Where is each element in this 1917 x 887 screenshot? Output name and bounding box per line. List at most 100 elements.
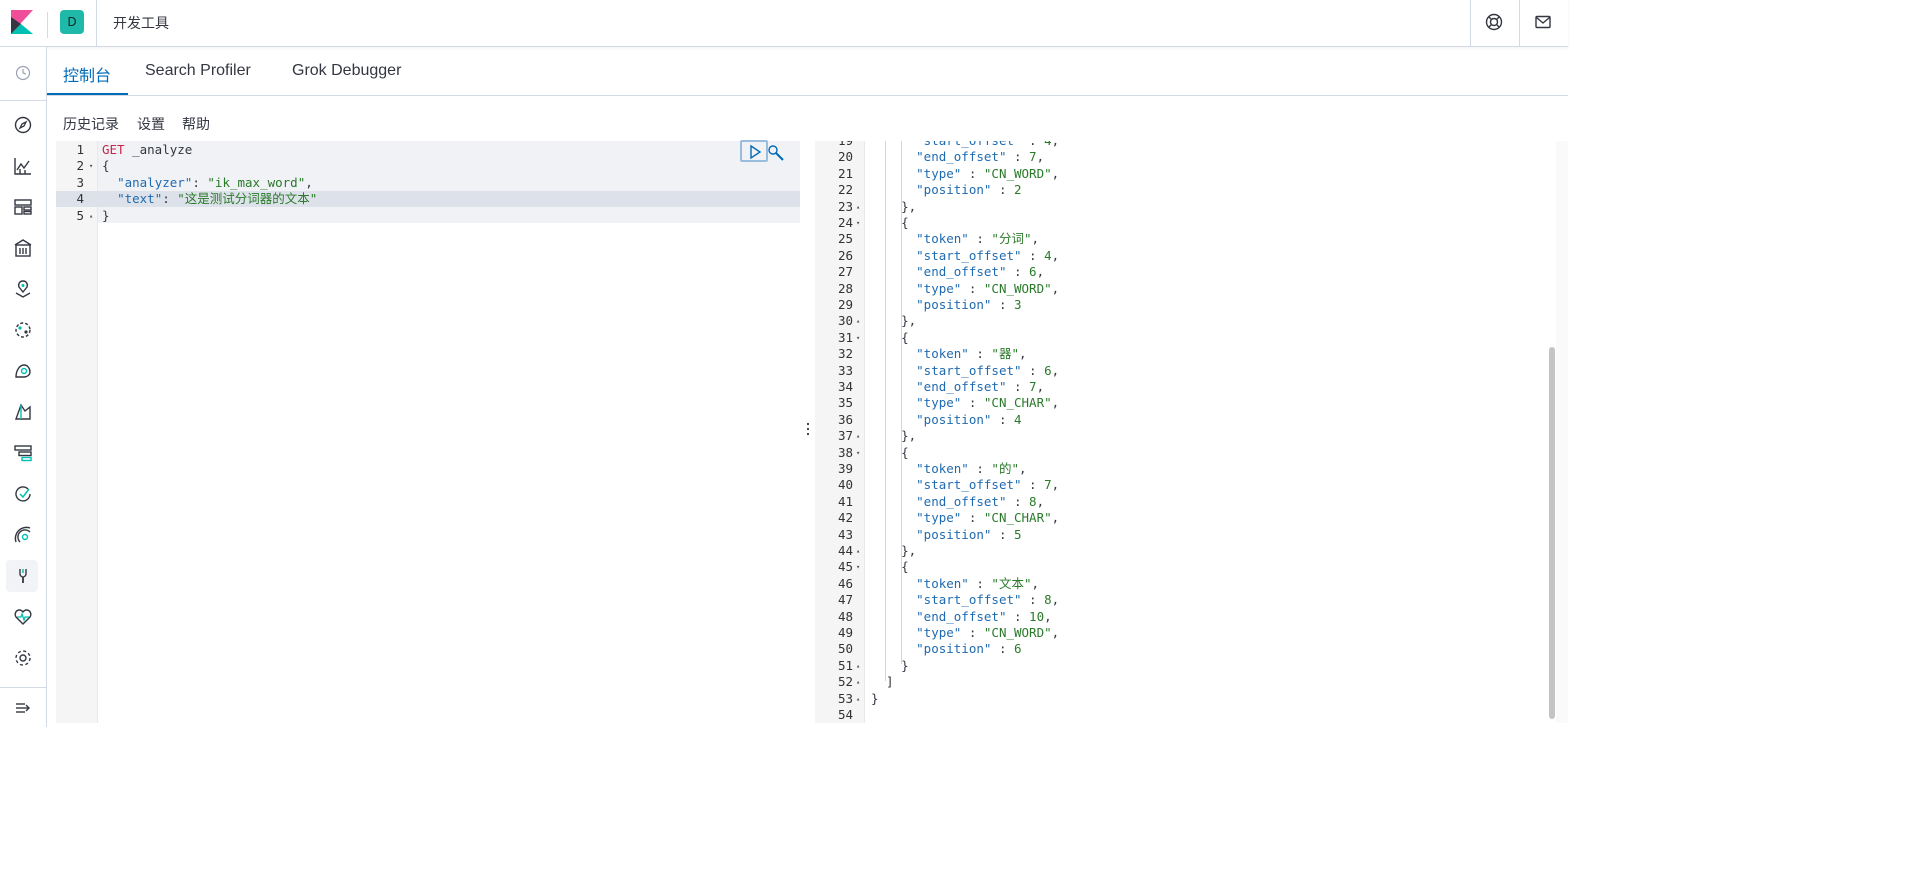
management-icon[interactable] (12, 647, 34, 669)
help-icon[interactable] (1485, 13, 1503, 31)
json-comma: , (1031, 231, 1040, 247)
json-comma: , (1031, 575, 1040, 591)
fold-toggle-icon[interactable]: ▾ (856, 559, 860, 575)
fold-toggle-icon[interactable]: ▾ (89, 158, 93, 174)
json-colon: : (1006, 149, 1030, 165)
dashboard-icon[interactable] (12, 196, 34, 218)
recent-icon[interactable] (12, 62, 34, 84)
newsfeed-icon[interactable] (1534, 13, 1552, 31)
editor-line[interactable]: 2 ▾ { (56, 158, 800, 174)
fold-toggle-icon[interactable]: ▴ (856, 691, 860, 707)
fold-toggle-icon[interactable]: ▾ (856, 445, 860, 461)
apm-icon[interactable] (12, 442, 34, 464)
output-line: 40 "start_offset" : 7, (815, 477, 1556, 493)
output-scrollbar-track[interactable] (1556, 141, 1568, 723)
panel-resizer[interactable] (801, 141, 815, 723)
output-line: 23 ▴ }, (815, 199, 1556, 215)
uptime-icon[interactable] (12, 483, 34, 505)
history-link[interactable]: 历史记录 (63, 114, 119, 134)
code-text: "end_offset" : 7, (871, 149, 1044, 165)
fold-toggle-icon[interactable]: ▴ (856, 199, 860, 215)
request-editor[interactable]: 1 GET _analyze 2 ▾ {3 "analyzer": "ik_max_wo… (56, 141, 800, 723)
output-line: 51 ▴ } (815, 658, 1556, 674)
header-divider (1470, 0, 1471, 47)
json-key: "type" (916, 395, 962, 411)
json-colon: : (968, 575, 992, 591)
code-text: }, (871, 543, 916, 559)
output-line: 22 "position" : 2 (815, 182, 1556, 198)
json-comma: , (1051, 247, 1060, 263)
json-colon: : (961, 395, 984, 411)
code-text: "end_offset" : 10, (871, 608, 1051, 625)
siem-icon[interactable] (12, 524, 34, 546)
drag-handle-icon (806, 422, 810, 436)
fold-toggle-icon[interactable]: ▴ (89, 208, 93, 224)
output-line: 30 ▴ }, (815, 313, 1556, 329)
tab-grok-debugger[interactable]: Grok Debugger (292, 62, 401, 80)
json-colon: : (968, 461, 992, 476)
tab-console[interactable]: 控制台 (63, 62, 111, 86)
json-comma: , (1018, 461, 1027, 476)
json-colon: : (1021, 477, 1045, 493)
fold-toggle-icon[interactable]: ▴ (856, 658, 860, 674)
response-output[interactable]: 19 "start_offset" : 4,20 "end_offset" : … (815, 141, 1556, 723)
endpoint-path: _analyze (124, 142, 193, 157)
line-number: 49 (837, 625, 853, 640)
editor-line[interactable]: 3 "analyzer": "ik_max_word", (56, 175, 800, 191)
maps-icon[interactable] (12, 278, 34, 300)
editor-line[interactable]: 5 ▴} (56, 208, 800, 224)
settings-link[interactable]: 设置 (137, 114, 165, 134)
json-value: "CN_CHAR" (983, 510, 1052, 526)
logs-icon[interactable] (12, 401, 34, 423)
kibana-logo[interactable] (11, 10, 33, 34)
code-text: "token" : "分词", (871, 231, 1039, 247)
canvas-icon[interactable] (12, 237, 34, 259)
tab-search-profiler[interactable]: Search Profiler (145, 62, 251, 80)
line-number: 2 (76, 158, 84, 174)
json-colon: : (1006, 379, 1030, 394)
fold-toggle-icon[interactable]: ▴ (856, 313, 860, 329)
fold-toggle-icon[interactable]: ▾ (856, 215, 860, 231)
fold-toggle-icon[interactable]: ▾ (856, 330, 860, 346)
collapse-icon[interactable] (12, 697, 34, 719)
json-value: "文本" (991, 575, 1032, 591)
json-comma: , (1051, 280, 1060, 296)
output-line: 29 "position" : 3 (815, 297, 1556, 313)
infrastructure-icon[interactable] (12, 360, 34, 382)
wrench-icon[interactable] (767, 144, 785, 162)
line-number: 43 (837, 526, 853, 542)
visualize-icon[interactable] (12, 155, 34, 177)
code-text: "position" : 6 (871, 641, 1021, 657)
fold-toggle-icon[interactable]: ▴ (856, 543, 860, 559)
code-text: "start_offset" : 6, (871, 363, 1059, 379)
fold-toggle-icon[interactable]: ▴ (856, 428, 860, 444)
ml-icon[interactable] (12, 319, 34, 341)
editor-line[interactable]: 4 "text": "这是测试分词器的文本" (56, 191, 800, 207)
fold-toggle-icon[interactable]: ▴ (856, 674, 860, 690)
json-colon: : (1006, 608, 1030, 624)
space-avatar[interactable]: D (60, 10, 84, 34)
help-link[interactable]: 帮助 (182, 114, 210, 134)
line-number: 47 (837, 592, 853, 608)
output-scrollbar-thumb[interactable] (1549, 347, 1555, 719)
code-text: { (871, 445, 909, 461)
json-brace: { (871, 444, 909, 460)
code-text: "type" : "CN_WORD", (871, 281, 1059, 297)
editor-line[interactable]: 1 GET _analyze (56, 142, 800, 158)
json-comma: , (1036, 379, 1045, 394)
discover-icon[interactable] (12, 114, 34, 136)
play-icon[interactable] (747, 144, 763, 160)
json-brace: ] (871, 674, 894, 690)
dev-tools-icon[interactable] (12, 565, 34, 587)
json-value: 4 (1014, 411, 1022, 427)
json-value: "分词" (991, 231, 1032, 247)
monitoring-icon[interactable] (12, 606, 34, 628)
line-number: 35 (837, 395, 853, 411)
json-value: 3 (1014, 297, 1022, 312)
